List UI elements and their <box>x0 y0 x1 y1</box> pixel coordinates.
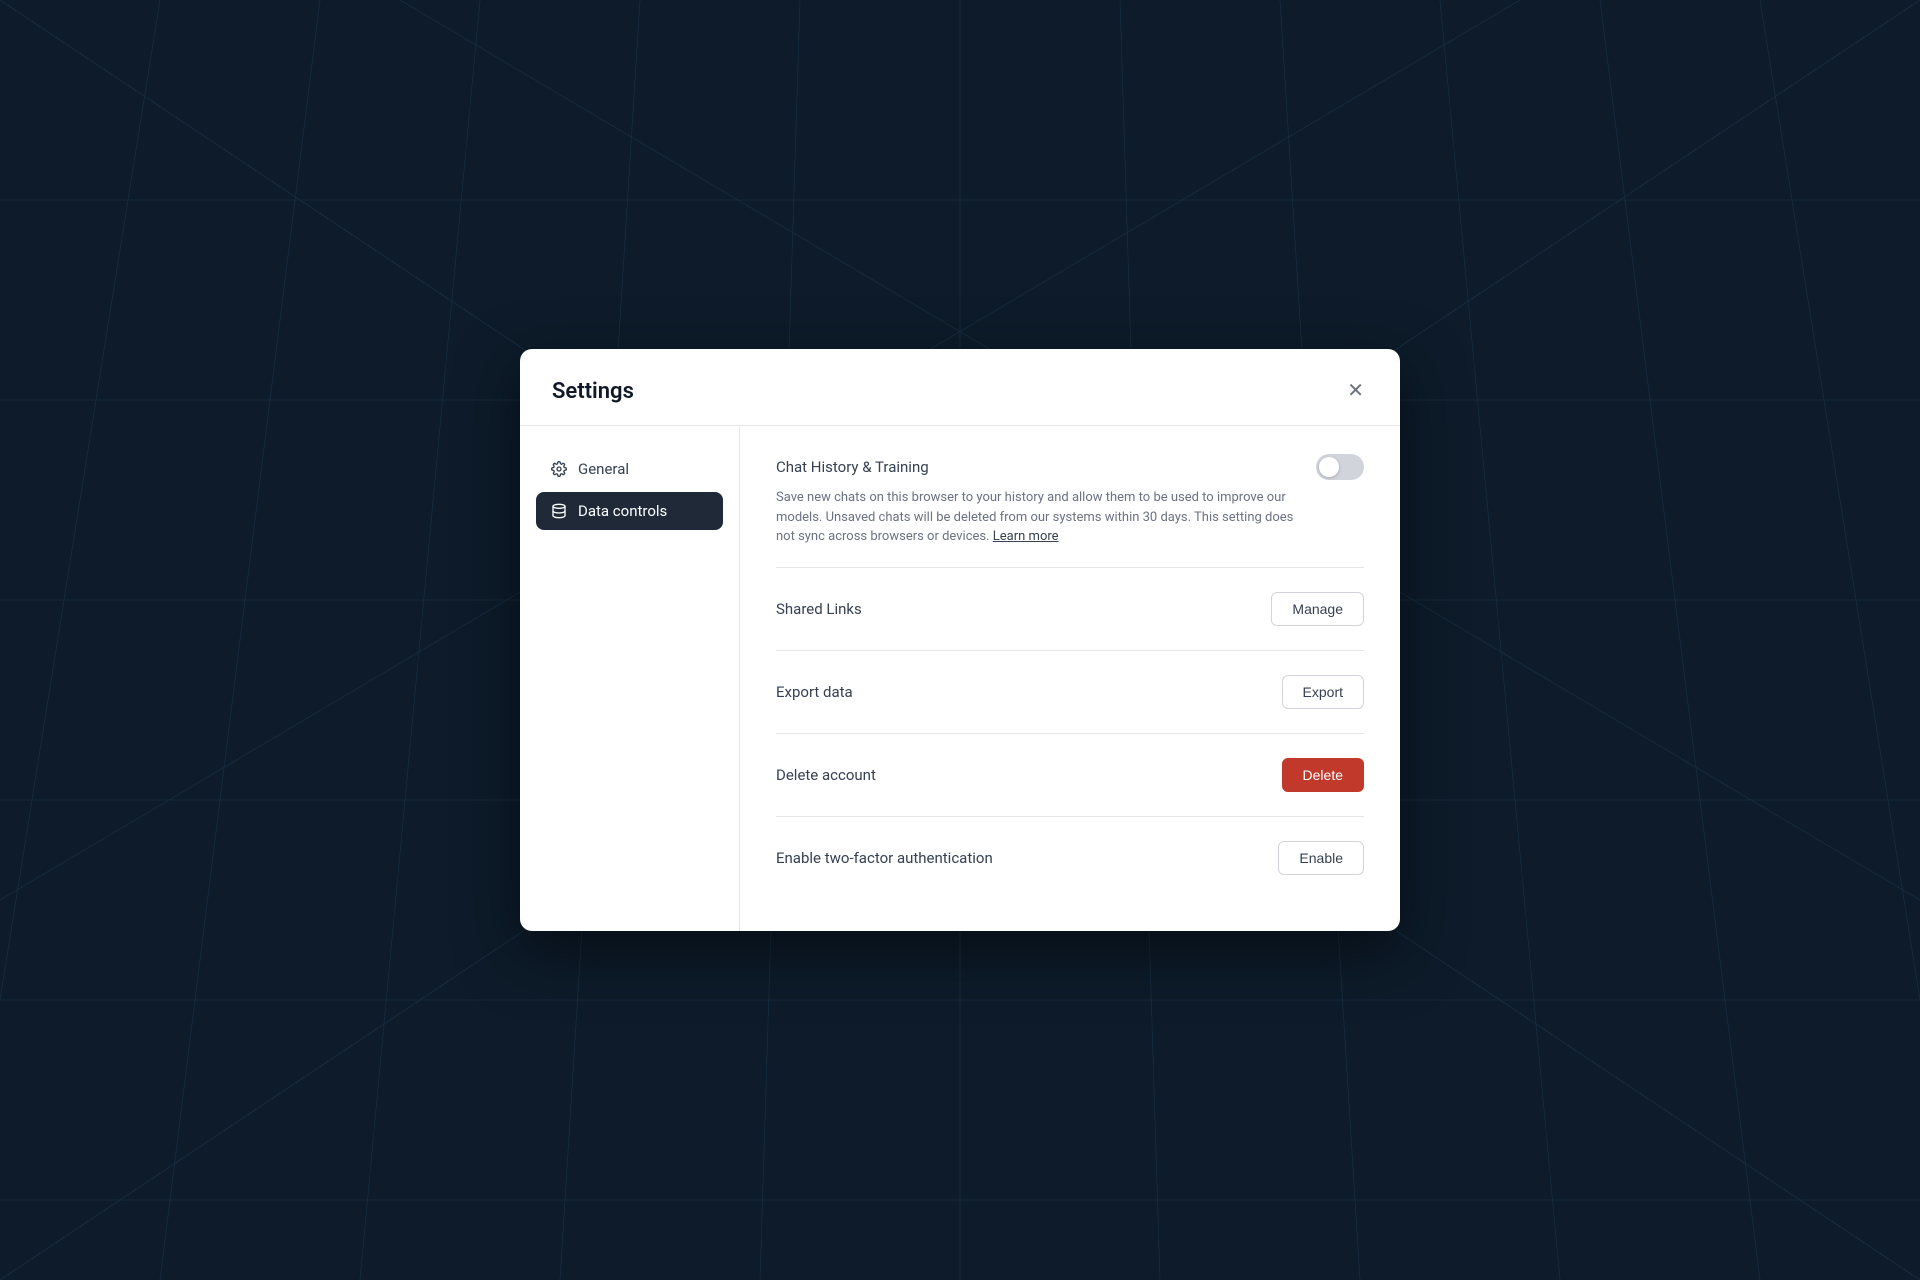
chat-history-section: Chat History & Training Save new chats o… <box>776 454 1364 567</box>
delete-account-label: Delete account <box>776 766 876 784</box>
close-icon: ✕ <box>1347 381 1364 401</box>
two-factor-row: Enable two-factor authentication Enable <box>776 841 1364 875</box>
close-button[interactable]: ✕ <box>1343 377 1368 405</box>
divider-2 <box>776 650 1364 651</box>
modal-header: Settings ✕ <box>520 349 1400 426</box>
sidebar-item-general[interactable]: General <box>536 450 723 488</box>
chat-history-row: Chat History & Training <box>776 454 1364 480</box>
chat-history-description: Save new chats on this browser to your h… <box>776 488 1296 547</box>
manage-button[interactable]: Manage <box>1271 592 1364 626</box>
divider-3 <box>776 733 1364 734</box>
two-factor-section: Enable two-factor authentication Enable <box>776 841 1364 899</box>
chat-history-label: Chat History & Training <box>776 458 929 476</box>
shared-links-label: Shared Links <box>776 600 862 618</box>
export-data-section: Export data Export <box>776 675 1364 733</box>
sidebar-item-data-controls[interactable]: Data controls <box>536 492 723 530</box>
learn-more-link[interactable]: Learn more <box>993 529 1059 544</box>
sidebar: General Data controls <box>520 426 740 931</box>
sidebar-item-label-general: General <box>578 460 629 478</box>
gear-icon <box>550 460 568 478</box>
enable-button[interactable]: Enable <box>1278 841 1364 875</box>
chat-history-toggle[interactable] <box>1316 454 1364 480</box>
export-data-row: Export data Export <box>776 675 1364 709</box>
delete-button[interactable]: Delete <box>1282 758 1364 792</box>
two-factor-label: Enable two-factor authentication <box>776 849 993 867</box>
content-area: Chat History & Training Save new chats o… <box>740 426 1400 931</box>
database-icon <box>550 502 568 520</box>
export-data-label: Export data <box>776 683 853 701</box>
modal-body: General Data controls Chat History <box>520 426 1400 931</box>
shared-links-section: Shared Links Manage <box>776 592 1364 650</box>
delete-account-row: Delete account Delete <box>776 758 1364 792</box>
settings-modal: Settings ✕ General <box>520 349 1400 931</box>
shared-links-row: Shared Links Manage <box>776 592 1364 626</box>
sidebar-item-label-data-controls: Data controls <box>578 502 667 520</box>
divider-1 <box>776 567 1364 568</box>
divider-4 <box>776 816 1364 817</box>
modal-title: Settings <box>552 379 634 404</box>
delete-account-section: Delete account Delete <box>776 758 1364 816</box>
export-button[interactable]: Export <box>1282 675 1364 709</box>
